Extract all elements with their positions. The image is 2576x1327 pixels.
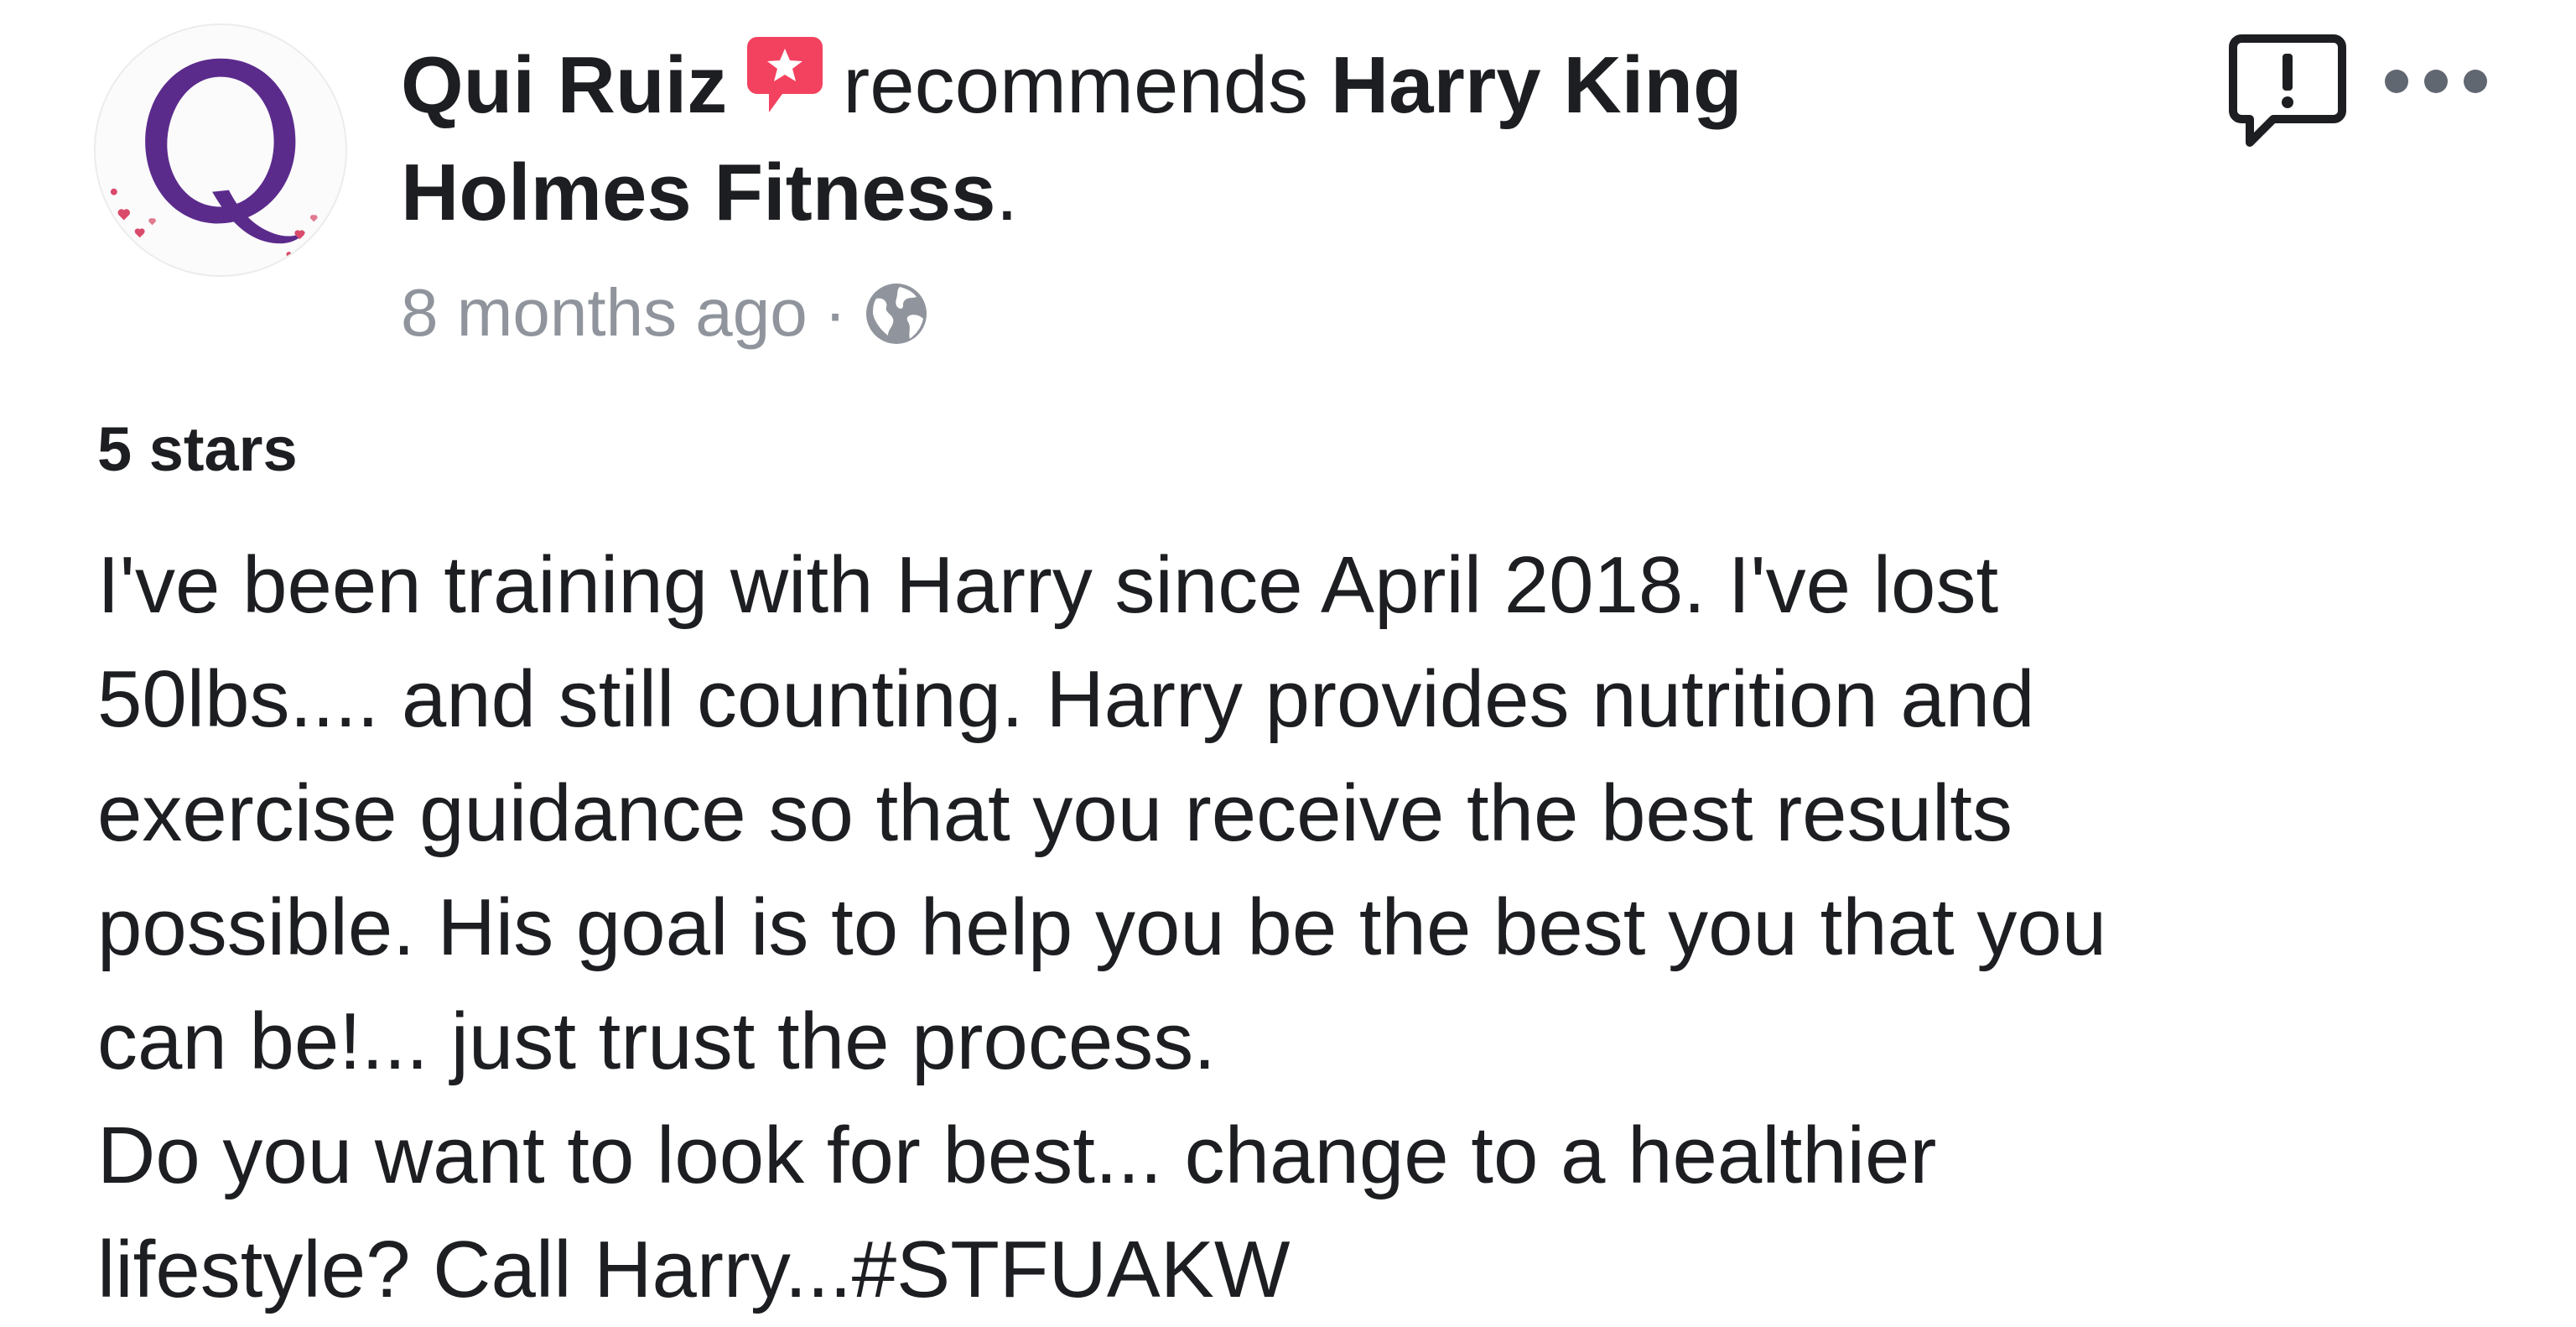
review-line: 50lbs.... and still counting. Harry prov… (97, 654, 2035, 744)
report-icon[interactable] (2226, 30, 2349, 153)
avatar[interactable] (94, 23, 347, 277)
post-header-line-2: Holmes Fitness. (401, 139, 2204, 247)
review-line: can be!... just trust the process. (97, 997, 1216, 1086)
post-header-line-1: Qui Ruiz recommends Harry King (401, 32, 2204, 139)
post-meta: 8 months ago · (401, 267, 930, 359)
rating-label: 5 stars (97, 414, 298, 484)
recommends-text: recommends (843, 40, 1309, 130)
review-line: possible. His goal is to help you be the… (97, 882, 2107, 972)
recommendation-badge-icon (745, 34, 824, 117)
timestamp[interactable]: 8 months ago (401, 275, 808, 350)
header-period: . (995, 148, 1019, 237)
page-name-line-1[interactable]: Harry King (1331, 40, 1742, 130)
review-text: I've been training with Harry since Apri… (97, 528, 2529, 1327)
page-name-line-2[interactable]: Holmes Fitness (401, 148, 996, 237)
more-options-icon[interactable] (2381, 62, 2490, 101)
author-name[interactable]: Qui Ruiz (401, 40, 727, 130)
review-line: lifestyle? Call Harry...#STFUAKW (97, 1225, 1291, 1314)
review-line: I've been training with Harry since Apri… (97, 540, 1999, 630)
avatar-q-logo-icon (96, 26, 345, 274)
meta-separator: · (823, 275, 847, 350)
review-post: Qui Ruiz recommends Harry King Holmes Fi… (0, 0, 2576, 1318)
review-line: exercise guidance so that you receive th… (97, 768, 2012, 858)
globe-icon[interactable] (863, 280, 930, 347)
review-line: Do you want to look for best... change t… (97, 1111, 1937, 1200)
